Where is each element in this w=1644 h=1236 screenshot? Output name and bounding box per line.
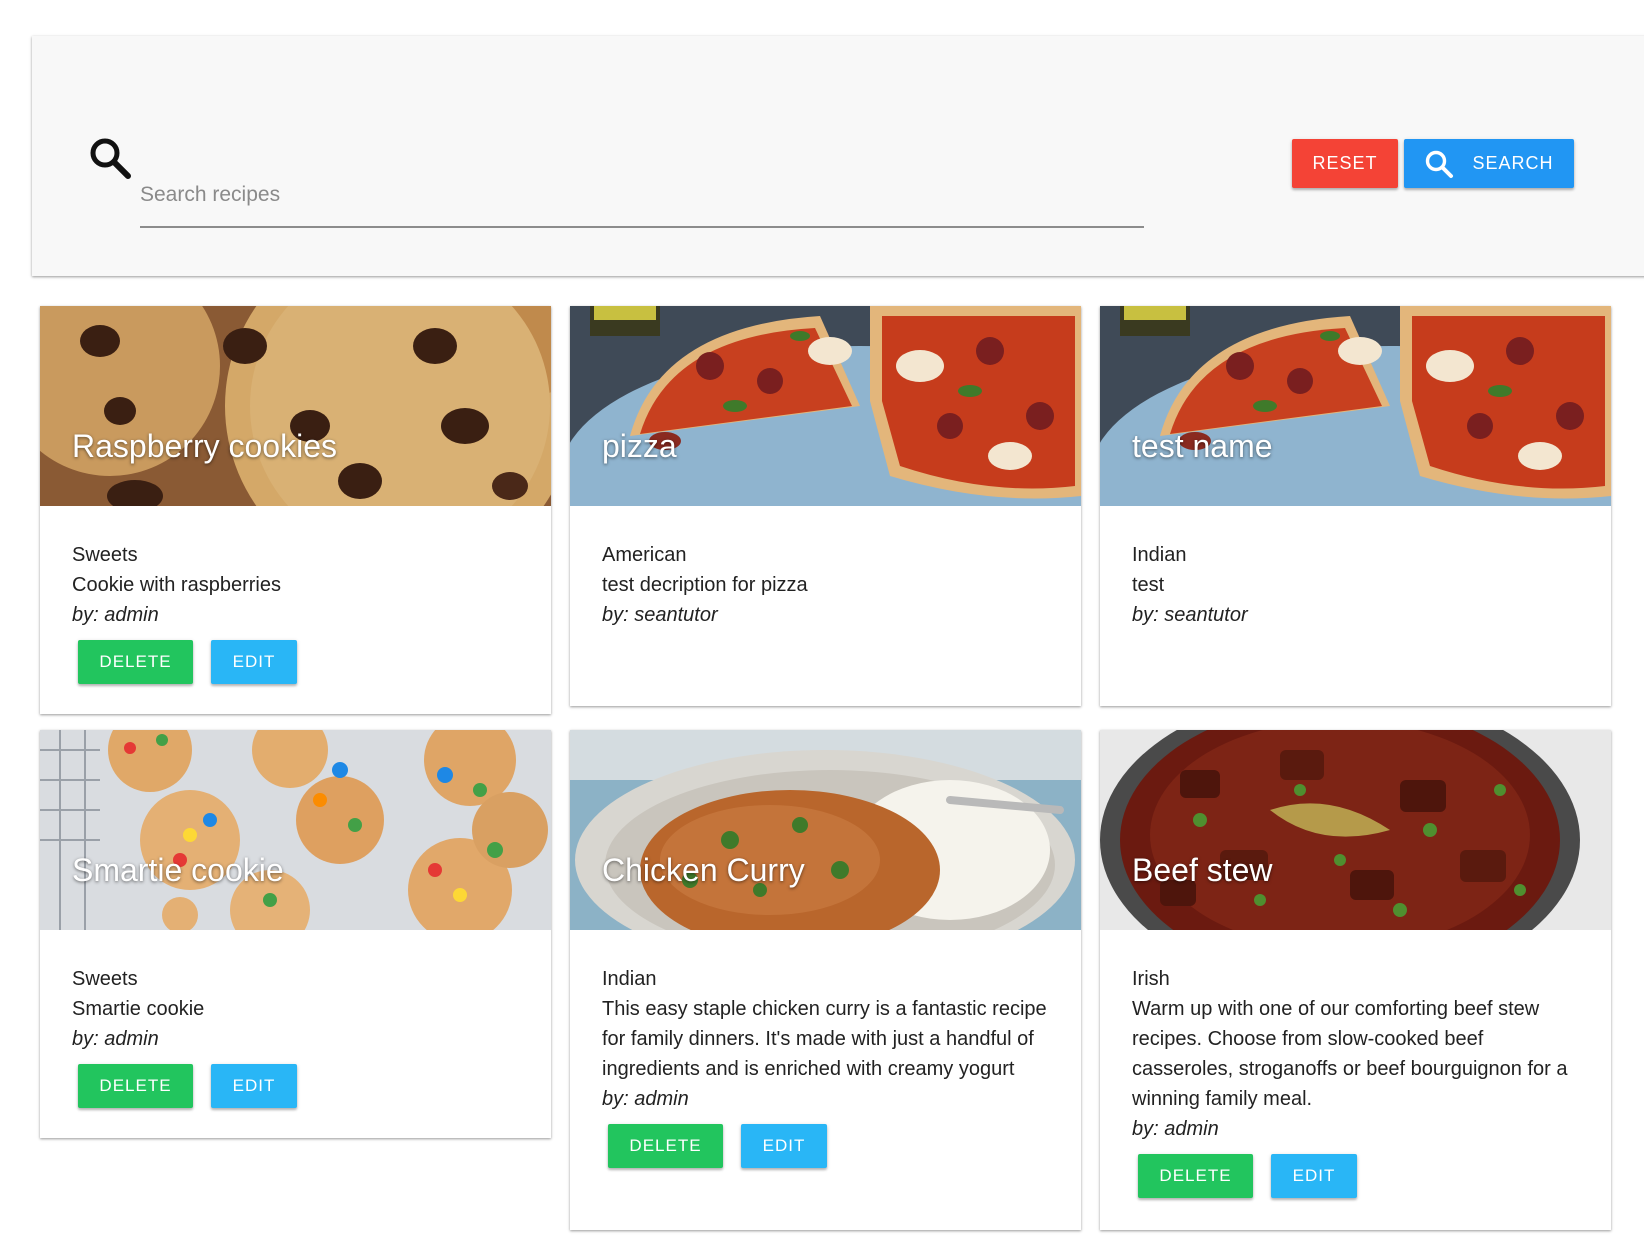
recipe-title: Chicken Curry [602,852,805,888]
beef-stew-image [1100,730,1611,930]
recipe-description: Smartie cookie [72,998,205,1020]
recipe-author: by: seantutor [1132,604,1248,626]
recipe-card: Smartie cookie Sweets Smartie cookie by:… [40,730,551,1138]
chicken-curry-image [570,730,1081,930]
recipe-title: test name [1132,428,1273,464]
recipe-description: test decription for pizza [602,574,808,596]
recipe-image: Chicken Curry [570,730,1081,930]
search-input[interactable] [140,164,1144,228]
recipe-card: Beef stew Irish Warm up with one of our … [1100,730,1611,1230]
recipe-image: Smartie cookie [40,730,551,930]
recipe-category: Sweets [72,968,138,990]
search-icon [88,136,132,180]
delete-button[interactable]: DELETE [78,640,193,684]
recipe-author: by: admin [72,1028,159,1050]
recipe-card: Raspberry cookies Sweets Cookie with ras… [40,306,551,714]
recipe-card: Chicken Curry Indian This easy staple ch… [570,730,1081,1230]
recipe-description: Warm up with one of our comforting beef … [1132,998,1568,1110]
edit-button-label: EDIT [1292,1166,1336,1185]
reset-button-label: RESET [1312,153,1378,173]
reset-button[interactable]: RESET [1292,139,1398,188]
recipe-category: Sweets [72,544,138,566]
edit-button[interactable]: EDIT [1271,1154,1357,1198]
recipe-image: pizza [570,306,1081,506]
recipe-author: by: seantutor [602,604,718,626]
search-panel: RESET SEARCH [32,36,1644,276]
delete-button[interactable]: DELETE [608,1124,723,1168]
recipe-author: by: admin [1132,1118,1219,1140]
edit-button[interactable]: EDIT [211,640,297,684]
recipe-image: Beef stew [1100,730,1611,930]
delete-button-label: DELETE [99,1076,172,1095]
cookie-image [40,306,551,506]
recipe-category: Indian [602,968,657,990]
pizza-image [570,306,1081,506]
delete-button[interactable]: DELETE [78,1064,193,1108]
smartie-cookie-image [40,730,551,930]
recipe-description: test [1132,574,1165,596]
delete-button-label: DELETE [1159,1166,1232,1185]
recipe-title: Beef stew [1132,852,1273,888]
recipe-title: Raspberry cookies [72,428,337,464]
edit-button-label: EDIT [232,652,276,671]
recipe-author: by: admin [602,1088,689,1110]
edit-button[interactable]: EDIT [211,1064,297,1108]
recipe-image: Raspberry cookies [40,306,551,506]
recipe-image: test name [1100,306,1611,506]
recipe-card: pizza American test decription for pizza… [570,306,1081,706]
recipe-category: Irish [1132,968,1170,990]
recipe-title: Smartie cookie [72,852,284,888]
edit-button-label: EDIT [232,1076,276,1095]
pizza-image [1100,306,1611,506]
recipe-author: by: admin [72,604,159,626]
search-button[interactable]: SEARCH [1404,139,1574,188]
recipe-card: test name Indian test by: seantutor [1100,306,1611,706]
recipe-title: pizza [602,428,677,464]
recipe-category: American [602,544,687,566]
edit-button[interactable]: EDIT [741,1124,827,1168]
delete-button-label: DELETE [99,652,172,671]
recipe-description: Cookie with raspberries [72,574,281,596]
delete-button[interactable]: DELETE [1138,1154,1253,1198]
delete-button-label: DELETE [629,1136,702,1155]
recipe-category: Indian [1132,544,1187,566]
recipe-description: This easy staple chicken curry is a fant… [602,998,1047,1080]
search-icon [1426,150,1454,178]
edit-button-label: EDIT [762,1136,806,1155]
search-button-label: SEARCH [1472,153,1554,173]
